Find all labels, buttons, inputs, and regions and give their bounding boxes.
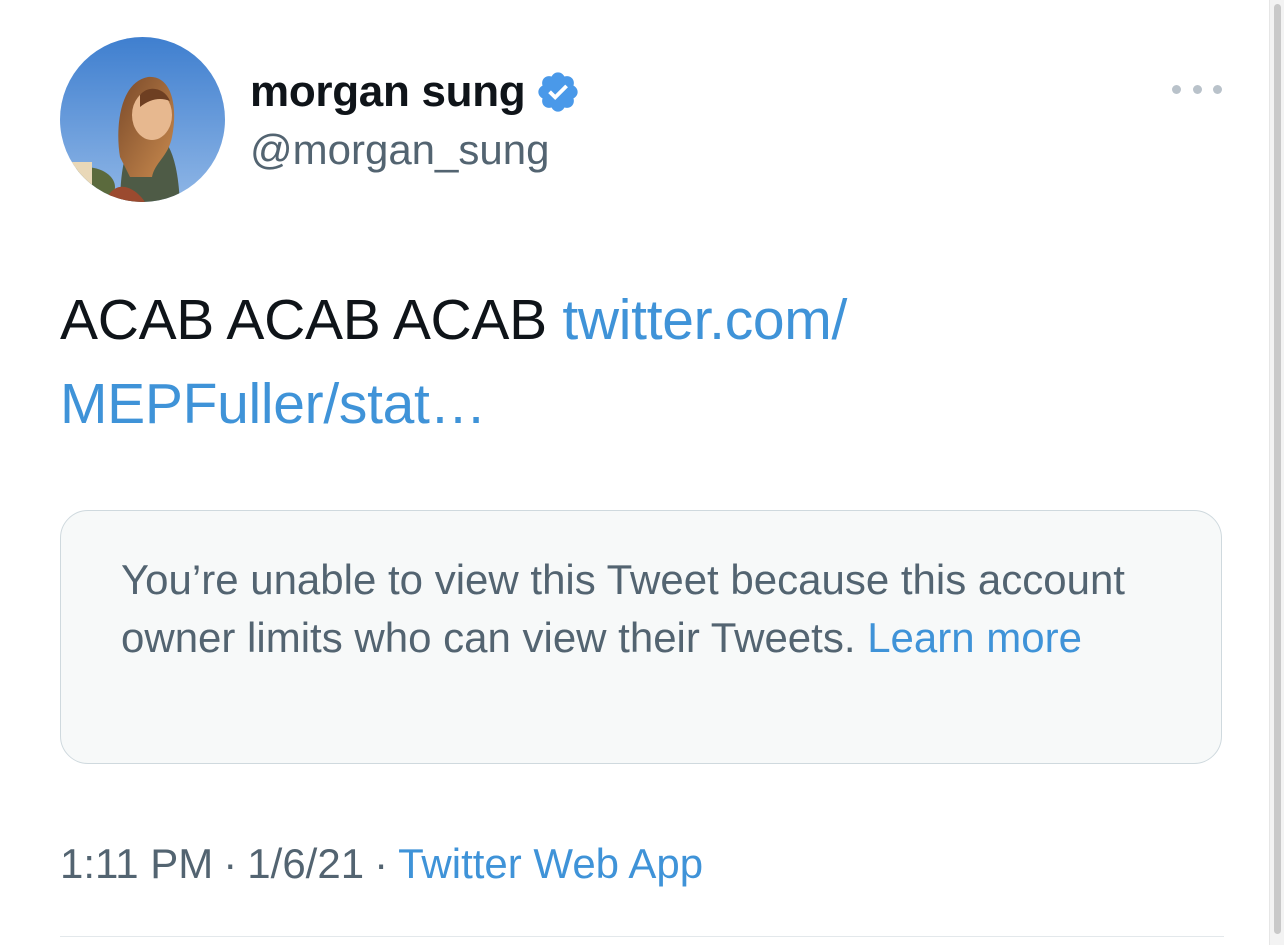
more-horizontal-icon[interactable] xyxy=(1172,76,1222,102)
author-display-name[interactable]: morgan sung xyxy=(250,67,526,117)
tweet-time[interactable]: 1:11 PM xyxy=(60,840,213,887)
meta-separator: · xyxy=(223,840,238,887)
tweet-body-text: ACAB ACAB ACAB xyxy=(60,288,563,352)
quoted-tweet-unavailable-card[interactable]: You’re unable to view this Tweet because… xyxy=(60,510,1222,764)
author-handle[interactable]: @morgan_sung xyxy=(250,126,549,174)
unavailable-message: You’re unable to view this Tweet because… xyxy=(121,551,1201,667)
more-dot xyxy=(1192,84,1202,94)
scrollbar[interactable] xyxy=(1269,0,1284,945)
divider xyxy=(60,936,1224,937)
scrollbar-thumb[interactable] xyxy=(1274,4,1281,934)
tweet-date[interactable]: 1/6/21 xyxy=(247,840,364,887)
avatar[interactable] xyxy=(60,37,225,202)
meta-separator: · xyxy=(374,840,389,887)
more-dot xyxy=(1213,84,1222,94)
more-dot xyxy=(1172,84,1181,94)
learn-more-link[interactable]: Learn more xyxy=(867,614,1082,661)
tweet-text: ACAB ACAB ACAB twitter.com/MEPFuller/sta… xyxy=(60,278,1120,446)
tweet-link-line1: twitter.com/ xyxy=(562,288,848,352)
tweet-meta: 1:11 PM · 1/6/21 · Twitter Web App xyxy=(60,840,703,888)
verified-badge-icon xyxy=(535,69,581,115)
tweet-source-app[interactable]: Twitter Web App xyxy=(398,840,703,887)
tweet-link-line2: MEPFuller/stat… xyxy=(60,372,487,436)
author-name-row[interactable]: morgan sung xyxy=(250,64,581,120)
avatar-photo xyxy=(60,37,225,202)
